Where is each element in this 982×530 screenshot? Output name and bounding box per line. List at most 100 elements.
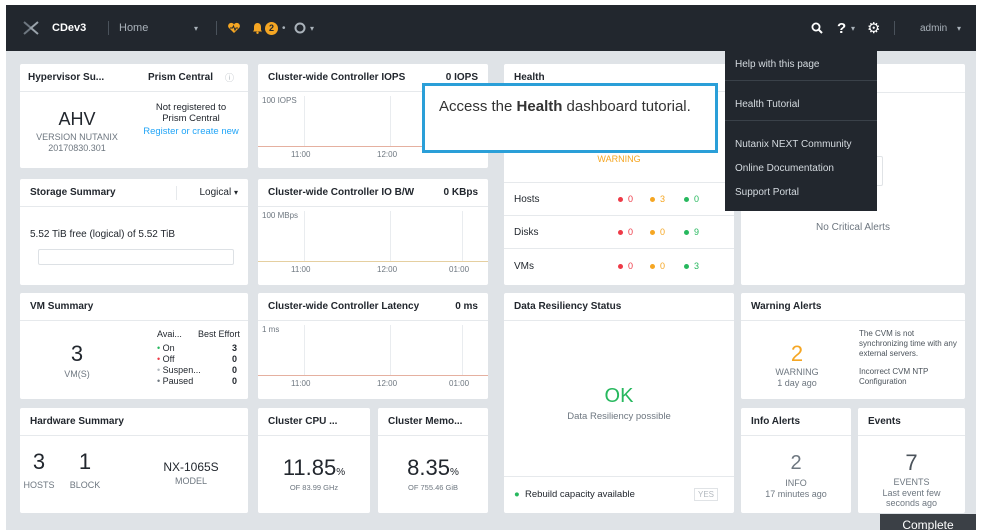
resiliency-subtitle: Data Resiliency possible bbox=[567, 411, 671, 422]
vm-state-suspended-value: 0 bbox=[232, 365, 238, 375]
events-widget: Events 7 EVENTS Last event few seconds a… bbox=[858, 408, 965, 513]
events-time-line2: seconds ago bbox=[885, 498, 938, 508]
storage-free-text: 5.52 TiB free (logical) of 5.52 TiB bbox=[30, 229, 176, 240]
help-dropdown-menu: Help with this page Health Tutorial Nuta… bbox=[725, 46, 877, 211]
cpu-title: Cluster CPU ... bbox=[258, 408, 370, 436]
vm-state-off[interactable]: • Off bbox=[157, 354, 175, 364]
register-prism-central-link[interactable]: Register or create new bbox=[134, 126, 248, 137]
vm-state-on[interactable]: • On bbox=[157, 343, 175, 353]
info-alerts-label: INFO bbox=[785, 478, 807, 488]
vm-state-paused[interactable]: • Paused bbox=[157, 376, 193, 386]
cpu-capacity: OF 83.99 GHz bbox=[289, 483, 339, 492]
hardware-summary-widget: Hardware Summary 3 HOSTS 1 BLOCK NX-1065… bbox=[20, 408, 248, 513]
health-hosts-good[interactable]: 0 bbox=[684, 194, 699, 204]
health-hosts-critical[interactable]: 0 bbox=[618, 194, 633, 204]
warning-alert-item-1[interactable]: The CVM is not synchronizing time with a… bbox=[859, 329, 961, 359]
blocks-count: 1 bbox=[78, 449, 92, 474]
hosts-count: 3 bbox=[32, 449, 46, 474]
complete-button[interactable]: Complete bbox=[880, 514, 976, 530]
prism-central-title-text: Prism Central bbox=[147, 72, 213, 83]
hardware-model: NX-1065S bbox=[163, 460, 219, 474]
health-row-disks-label[interactable]: Disks bbox=[514, 227, 538, 238]
hardware-model-label: MODEL bbox=[174, 476, 207, 486]
help-question-icon[interactable]: ? bbox=[837, 5, 846, 51]
nav-dropdown-chevron-icon[interactable]: ▾ bbox=[194, 5, 198, 51]
health-disks-good[interactable]: 9 bbox=[684, 227, 699, 237]
user-menu[interactable]: admin bbox=[920, 5, 947, 51]
search-icon[interactable] bbox=[811, 5, 823, 51]
io-bw-header: Cluster-wide Controller IO B/W 0 KBps bbox=[258, 179, 488, 207]
health-heart-icon[interactable] bbox=[227, 5, 241, 51]
prism-central-status-line2: Prism Central bbox=[162, 113, 220, 124]
cpu-usage-value: 11.85% bbox=[282, 455, 346, 480]
io-bw-value: 0 KBps bbox=[443, 187, 478, 198]
callout-text-suffix: dashboard tutorial. bbox=[562, 98, 691, 115]
storage-mode-chevron-icon: ▾ bbox=[233, 188, 238, 197]
latency-tick-1: 11:00 bbox=[291, 379, 311, 388]
health-vms-warning[interactable]: 0 bbox=[650, 261, 665, 271]
iops-tick-2: 12:00 bbox=[377, 150, 398, 159]
health-vms-good[interactable]: 3 bbox=[684, 261, 699, 271]
menu-item-health-tutorial[interactable]: Health Tutorial bbox=[735, 99, 799, 110]
iops-value: 0 IOPS bbox=[445, 72, 478, 83]
hypervisor-prism-widget: Hypervisor Su... Prism Central ⓘ AHV VER… bbox=[20, 64, 248, 168]
no-critical-alerts-message: No Critical Alerts bbox=[816, 222, 890, 233]
info-icon[interactable]: ⓘ bbox=[225, 71, 234, 84]
latency-baseline bbox=[258, 375, 488, 376]
memory-capacity: OF 755.46 GiB bbox=[407, 483, 459, 492]
prism-central-title: Prism Central ⓘ bbox=[134, 64, 248, 92]
user-chevron-icon[interactable]: ▾ bbox=[957, 5, 961, 51]
callout-text-prefix: Access the bbox=[439, 98, 517, 115]
tasks-chevron-icon[interactable]: ▾ bbox=[310, 5, 314, 51]
health-row-vms-label[interactable]: VMs bbox=[514, 261, 534, 272]
resiliency-status: OK bbox=[604, 385, 634, 407]
events-title: Events bbox=[858, 408, 965, 436]
alerts-bell-icon[interactable] bbox=[252, 5, 263, 51]
nav-menu-home[interactable]: Home bbox=[119, 5, 148, 51]
prism-central-status-line1: Not registered to bbox=[155, 102, 227, 113]
events-count[interactable]: 7 bbox=[858, 450, 965, 476]
alerts-separator-dot-icon: • bbox=[282, 22, 286, 34]
latency-scale-label: 1 ms bbox=[262, 325, 280, 334]
vm-count: 3 bbox=[70, 341, 84, 366]
warning-alerts-title: Warning Alerts bbox=[741, 293, 965, 321]
alerts-count-badge[interactable]: 2 bbox=[265, 5, 278, 51]
memory-usage-value: 8.35% bbox=[407, 455, 459, 480]
latency-tick-3: 01:00 bbox=[449, 379, 470, 388]
menu-item-nutanix-next[interactable]: Nutanix NEXT Community bbox=[735, 139, 852, 150]
storage-mode-label: Logical bbox=[199, 187, 232, 198]
storage-header: Storage Summary Logical ▾ bbox=[20, 179, 248, 207]
io-bw-tick-1: 11:00 bbox=[291, 265, 311, 274]
help-chevron-icon[interactable]: ▾ bbox=[851, 5, 855, 51]
hypervisor-version-line2: 20170830.301 bbox=[48, 143, 106, 153]
health-disks-warning[interactable]: 0 bbox=[650, 227, 665, 237]
rebuild-capacity-value: YES bbox=[694, 488, 719, 501]
vm-state-paused-value: 0 bbox=[232, 376, 238, 386]
settings-gear-icon[interactable]: ⚙ bbox=[867, 5, 880, 51]
warning-alerts-count[interactable]: 2 bbox=[741, 341, 853, 367]
info-alerts-time: 17 minutes ago bbox=[765, 489, 827, 499]
menu-item-help-with-page[interactable]: Help with this page bbox=[735, 59, 820, 70]
health-disks-critical[interactable]: 0 bbox=[618, 227, 633, 237]
health-row-hosts-label[interactable]: Hosts bbox=[514, 194, 540, 205]
vm-state-suspended[interactable]: • Suspen... bbox=[157, 365, 201, 375]
events-time-line1: Last event few bbox=[882, 488, 941, 498]
cluster-memory-widget: Cluster Memo... 8.35% OF 755.46 GiB bbox=[378, 408, 488, 513]
menu-item-support-portal[interactable]: Support Portal bbox=[735, 187, 799, 198]
info-alerts-count[interactable]: 2 bbox=[741, 452, 851, 475]
warning-alerts-widget: Warning Alerts 2 WARNING 1 day ago The C… bbox=[741, 293, 965, 399]
tasks-circle-icon[interactable] bbox=[294, 5, 306, 51]
health-hosts-warning[interactable]: 3 bbox=[650, 194, 665, 204]
cluster-name[interactable]: CDev3 bbox=[52, 5, 86, 51]
io-bw-baseline bbox=[258, 261, 488, 262]
io-bw-scale-label: 100 MBps bbox=[262, 211, 299, 220]
iops-title: Cluster-wide Controller IOPS bbox=[268, 72, 406, 83]
storage-mode-dropdown[interactable]: Logical ▾ bbox=[200, 187, 239, 198]
nutanix-logo-icon[interactable] bbox=[22, 5, 40, 51]
warning-alert-item-2[interactable]: Incorrect CVM NTP Configuration bbox=[859, 367, 961, 387]
callout-text-bold: Health bbox=[516, 98, 563, 115]
menu-item-online-documentation[interactable]: Online Documentation bbox=[735, 163, 834, 174]
io-bandwidth-widget: Cluster-wide Controller IO B/W 0 KBps 10… bbox=[258, 179, 488, 285]
alert-count: 2 bbox=[265, 21, 278, 35]
health-vms-critical[interactable]: 0 bbox=[618, 261, 633, 271]
